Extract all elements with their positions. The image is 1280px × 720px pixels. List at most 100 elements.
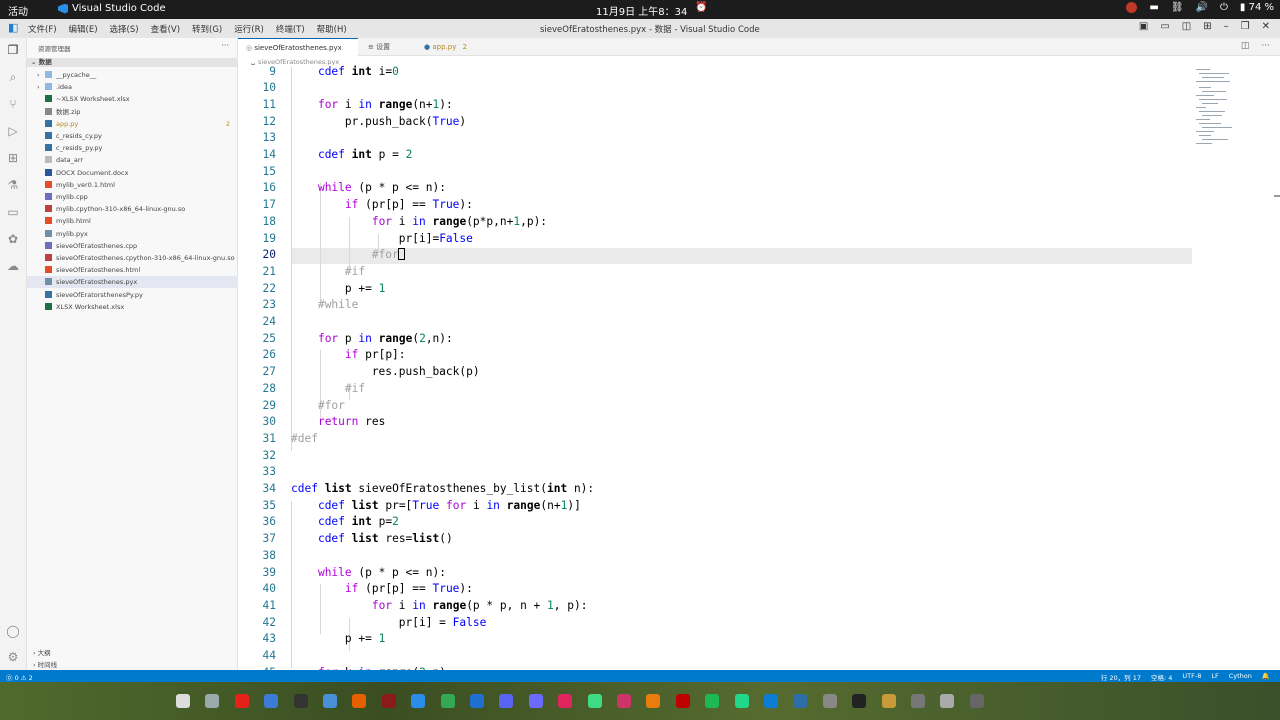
code-line[interactable]: cdef list res=list() [291,532,453,545]
line-number[interactable]: 25 [238,332,276,345]
menu-item[interactable]: 选择(S) [110,23,139,35]
search-icon[interactable]: ⌕ [6,70,20,84]
screenshot-icon[interactable] [323,694,337,708]
python-icon[interactable]: ✿ [6,232,20,246]
file-item[interactable]: sieveOfEratorsthenesPy.py [27,289,238,301]
file-item[interactable]: mylib.html [27,215,238,227]
youtube-icon[interactable] [234,694,249,708]
code-line[interactable]: #for [291,248,405,261]
file-item[interactable]: › __pycache__ [27,69,238,81]
toggle-panel-icon[interactable]: ▭ [1160,21,1169,32]
chrome-icon[interactable] [440,694,455,708]
code-line[interactable]: #if [291,265,365,278]
code-line[interactable]: while (p * p <= n): [291,566,446,579]
line-number[interactable]: 32 [238,449,276,462]
power-icon[interactable]: ⏻ [1220,2,1228,13]
more-actions-icon[interactable]: ··· [1261,41,1270,51]
line-number[interactable]: 11 [238,98,276,111]
app-grid-icon[interactable] [176,694,190,708]
typora-icon[interactable] [852,694,867,708]
file-item[interactable]: sieveOfEratosthenes.cpython-310-x86_64-l… [27,252,238,264]
image-viewer-icon[interactable] [793,694,808,708]
trash-icon[interactable] [940,694,955,708]
code-line[interactable]: cdef list pr=[True for i in range(n+1)] [291,499,581,512]
line-number[interactable]: 37 [238,532,276,545]
file-item[interactable]: mylib.pyx [27,228,238,240]
settings-icon[interactable] [822,694,837,708]
edge-icon[interactable] [764,694,778,708]
workspace-folder[interactable]: ⌄ 数据 [27,58,238,67]
system-tray[interactable]: ▬ ⛓ 🔊 ⏻ ▮ 74 % [1126,2,1274,13]
line-number[interactable]: 26 [238,348,276,361]
files-icon[interactable] [205,694,220,708]
minimize-button[interactable]: – [1224,21,1229,32]
file-item[interactable]: sieveOfEratosthenes.html [27,264,238,276]
file-item[interactable]: sieveOfEratosthenes.cpp [27,240,238,252]
code-line[interactable]: pr.push_back(True) [291,115,466,128]
cursor-position[interactable]: 行 20，列 17 [1101,672,1141,682]
line-number[interactable]: 10 [238,81,276,94]
toggle-secondary-sidebar-icon[interactable]: ◫ [1182,21,1191,32]
remote-explorer-icon[interactable]: ▭ [6,205,20,219]
menu-item[interactable]: 文件(F) [28,23,57,35]
line-number[interactable]: 28 [238,382,276,395]
line-number[interactable]: 24 [238,315,276,328]
line-number[interactable]: 41 [238,599,276,612]
file-item[interactable]: data_arr [27,154,238,166]
menu-item[interactable]: 终端(T) [276,23,305,35]
line-number[interactable]: 18 [238,215,276,228]
line-number[interactable]: 44 [238,649,276,662]
chevron-right-icon[interactable]: › [37,81,40,93]
file-item[interactable]: DOCX Document.docx [27,167,238,179]
code-line[interactable]: for p in range(2,n): [291,332,453,345]
network-icon[interactable] [969,694,984,708]
code-line[interactable]: pr[i]=False [291,232,473,245]
run-debug-icon[interactable]: ▷ [6,124,20,138]
calculator-icon[interactable] [528,694,543,708]
app-menu[interactable]: Visual Studio Code [58,3,166,14]
battery-status[interactable]: ▮ 74 % [1240,2,1274,13]
file-item[interactable]: app.py 2 [27,118,238,130]
line-number[interactable]: 14 [238,148,276,161]
line-number[interactable]: 36 [238,515,276,528]
tab-settings[interactable]: ≡ 设置 [360,38,422,56]
line-number[interactable]: 31 [238,432,276,445]
line-number[interactable]: 20 [238,248,276,261]
source-control-icon[interactable]: ⑂ [6,97,20,111]
discord-icon[interactable] [499,694,514,708]
line-number[interactable]: 15 [238,165,276,178]
code-line[interactable]: for i in range(p*p,n+1,p): [291,215,547,228]
code-editor[interactable]: 9 cdef int i=0 10 11 for i in range(n+1): 1… [238,65,1280,670]
file-item[interactable]: › .idea [27,81,238,93]
line-number[interactable]: 19 [238,232,276,245]
line-number[interactable]: 40 [238,582,276,595]
tray-app-icon[interactable]: ▬ [1149,2,1158,13]
line-number[interactable]: 43 [238,632,276,645]
minimap[interactable] [1196,69,1266,149]
split-editor-icon[interactable]: ◫ [1241,41,1250,51]
file-item[interactable]: 数据.zip [27,106,238,118]
language-mode[interactable]: Cython [1229,672,1252,682]
code-line[interactable]: cdef int p=2 [291,515,399,528]
toggle-sidebar-icon[interactable]: ▣ [1139,21,1148,32]
menu-item[interactable]: 帮助(H) [317,23,347,35]
file-item[interactable]: c_resids_cy.py [27,130,238,142]
code-line[interactable]: cdef int i=0 [291,65,399,78]
tab-sieve-pyx[interactable]: ◎ sieveOfEratosthenes.pyx ✕ [238,38,358,70]
encoding[interactable]: UTF-8 [1182,672,1201,682]
file-item[interactable]: ~XLSX Worksheet.xlsx [27,93,238,105]
code-line[interactable]: cdef int p = 2 [291,148,412,161]
customize-layout-icon[interactable]: ⊞ [1203,21,1211,32]
app-indicator-icon[interactable] [1126,2,1138,13]
line-number[interactable]: 30 [238,415,276,428]
line-number[interactable]: 12 [238,115,276,128]
chevron-right-icon[interactable]: › [37,69,40,81]
testing-icon[interactable]: ⚗ [6,178,20,192]
problems-status[interactable]: ⓪ 0 ⚠ 2 [6,672,33,682]
filezilla-icon[interactable] [675,694,690,708]
code-line[interactable]: p += 1 [291,632,385,645]
file-item[interactable]: mylib.cpp [27,191,238,203]
code-line[interactable]: #for [291,399,345,412]
more-actions-icon[interactable]: ··· [221,41,229,50]
code-line[interactable]: while (p * p <= n): [291,181,446,194]
